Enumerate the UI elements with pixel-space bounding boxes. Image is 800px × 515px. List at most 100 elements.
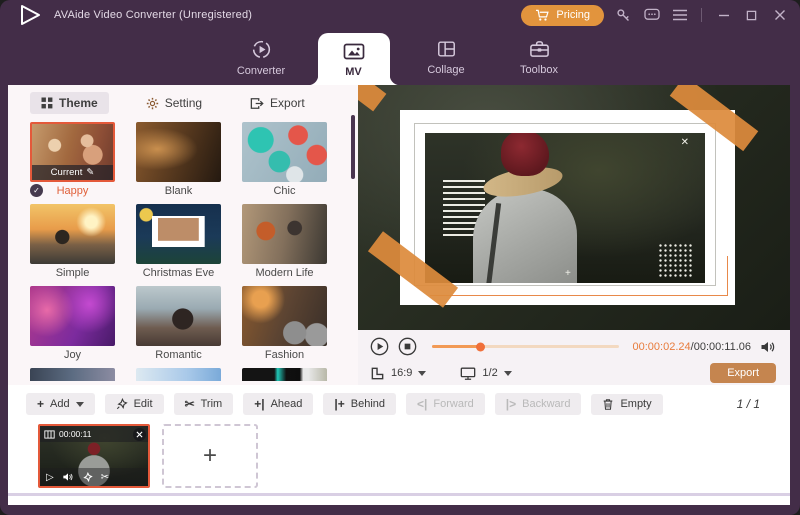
theme-label: Christmas Eve [142, 267, 215, 279]
tab-toolbox[interactable]: Toolbox [493, 30, 586, 85]
chevron-down-icon [418, 370, 427, 376]
app-window: AVAide Video Converter (Unregistered) Pr… [0, 0, 800, 515]
theme-thumbnail[interactable] [30, 286, 115, 346]
video-preview[interactable]: ✕ + [358, 85, 790, 330]
ahead-icon: +| [254, 397, 265, 411]
current-time: 00:00:02.24 [632, 340, 691, 353]
theme-thumbnail[interactable] [242, 204, 327, 264]
behind-button[interactable]: |+ Behind [323, 393, 397, 415]
theme-tile-modern-life[interactable]: Modern Life [242, 204, 327, 282]
theme-label: Modern Life [255, 267, 314, 279]
theme-dots-decoration [658, 243, 694, 279]
clip-toolbar: + Add Edit ✂ Trim +| Ahead |+ Behind <| … [8, 385, 790, 415]
scissors-icon: ✂ [184, 397, 195, 411]
plus-icon: + [37, 397, 45, 411]
total-time: 00:00:11.06 [693, 340, 751, 353]
theme-tile-fashion[interactable]: Fashion [242, 286, 327, 364]
video-subject-beanie [501, 133, 549, 176]
empty-button[interactable]: Empty [591, 393, 663, 415]
tab-collage-label: Collage [427, 64, 465, 76]
minimize-button[interactable] [715, 7, 732, 24]
tab-setting[interactable]: Setting [135, 92, 213, 114]
theme-tile-partial[interactable] [136, 368, 221, 381]
theme-tile-romantic[interactable]: Romantic [136, 286, 221, 364]
theme-thumbnail[interactable] [136, 204, 221, 264]
clip-trim-icon[interactable]: ✂ [101, 472, 109, 483]
theme-thumbnail[interactable]: Current ✎ [30, 122, 115, 182]
register-key-icon[interactable] [615, 7, 632, 24]
tab-converter[interactable]: Converter [215, 30, 308, 85]
edit-pencil-icon[interactable]: ✎ [86, 167, 94, 178]
titlebar-controls: Pricing [521, 4, 788, 26]
volume-icon[interactable] [760, 340, 776, 354]
clip-edit-pin-icon[interactable] [82, 471, 93, 483]
backward-button[interactable]: |> Backward [494, 393, 582, 415]
tab-collage[interactable]: Collage [400, 30, 493, 85]
video-frame: ✕ + [425, 133, 705, 283]
feedback-icon[interactable] [643, 7, 660, 24]
theme-thumbnail[interactable] [136, 122, 221, 182]
ahead-button[interactable]: +| Ahead [243, 393, 314, 415]
theme-grid: Current ✎ ✓ Happy Blank Chic Simple Chri… [8, 120, 358, 381]
theme-thumbnail[interactable] [242, 122, 327, 182]
tab-mv[interactable]: MV [307, 33, 400, 85]
display-mode-select[interactable]: 1/2 [460, 366, 512, 381]
forward-button[interactable]: <| Forward [406, 393, 485, 415]
tab-export-label: Export [270, 96, 305, 110]
clip-play-icon[interactable]: ▷ [46, 472, 54, 483]
export-button[interactable]: Export [710, 363, 776, 383]
collage-icon [437, 41, 455, 57]
theme-tile-happy[interactable]: Current ✎ ✓ Happy [30, 122, 115, 200]
theme-thumbnail[interactable] [242, 286, 327, 346]
progress-slider[interactable] [432, 345, 619, 348]
theme-tile-blank[interactable]: Blank [136, 122, 221, 200]
theme-tile-chic[interactable]: Chic [242, 122, 327, 200]
gear-icon [146, 97, 158, 109]
tab-theme-label: Theme [59, 96, 98, 110]
chevron-down-icon [75, 401, 84, 407]
edit-pin-icon [116, 398, 128, 410]
progress-fill [432, 345, 481, 348]
edit-button[interactable]: Edit [104, 394, 164, 414]
tab-export[interactable]: Export [239, 92, 316, 114]
close-button[interactable] [771, 7, 788, 24]
theme-tile-christmas-eve[interactable]: Christmas Eve [136, 204, 221, 282]
timeline-clip[interactable]: 00:00:11 ▷ ✂ [38, 424, 150, 488]
theme-scrollbar[interactable] [351, 115, 355, 179]
chevron-down-icon [503, 370, 512, 376]
player-controls: 00:00:02.24/00:00:11.06 16:9 1/2 Export [358, 330, 790, 385]
clip-volume-icon[interactable] [62, 472, 74, 482]
tab-theme[interactable]: Theme [30, 92, 109, 114]
aspect-ratio-value: 16:9 [391, 367, 413, 379]
window-title: AVAide Video Converter (Unregistered) [54, 9, 253, 21]
theme-label: Blank [164, 185, 193, 197]
add-clip-slot[interactable]: + [162, 424, 258, 488]
theme-tile-partial[interactable] [30, 368, 115, 381]
theme-label: Chic [273, 185, 296, 197]
cart-icon [536, 9, 550, 21]
maximize-button[interactable] [743, 7, 760, 24]
theme-plus-mark: + [565, 268, 571, 279]
theme-panel: Theme Setting Export Current ✎ ✓ Happy B… [8, 85, 358, 385]
theme-tape-decoration [358, 85, 387, 112]
export-icon [250, 97, 264, 109]
theme-tile-simple[interactable]: Simple [30, 204, 115, 282]
theme-tile-partial[interactable] [242, 368, 327, 381]
timeline: 00:00:11 ▷ ✂ + [8, 415, 790, 488]
pricing-button[interactable]: Pricing [521, 4, 604, 26]
time-display: 00:00:02.24/00:00:11.06 [632, 340, 751, 353]
stop-button[interactable] [398, 337, 417, 356]
play-button[interactable] [370, 337, 389, 356]
aspect-ratio-select[interactable]: 16:9 [370, 366, 427, 381]
theme-tile-joy[interactable]: Joy [30, 286, 115, 364]
menu-icon[interactable] [671, 7, 688, 24]
monitor-icon [461, 367, 476, 380]
converter-icon [252, 40, 270, 58]
theme-thumbnail[interactable] [30, 204, 115, 264]
titlebar-separator [701, 8, 702, 22]
add-button[interactable]: + Add [26, 393, 95, 415]
bottom-divider [8, 493, 790, 496]
theme-thumbnail[interactable] [136, 286, 221, 346]
clip-close-icon[interactable] [133, 428, 146, 441]
trim-button[interactable]: ✂ Trim [173, 393, 234, 415]
